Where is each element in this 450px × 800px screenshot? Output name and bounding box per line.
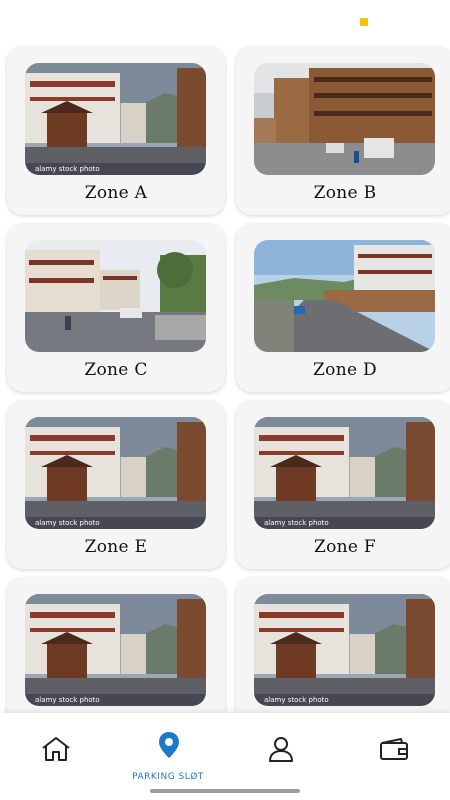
location-pin-icon	[158, 731, 180, 763]
watermark-text: alamy stock photo	[254, 694, 435, 706]
watermark-text: alamy stock photo	[254, 517, 435, 529]
nav-home[interactable]	[0, 713, 112, 800]
zone-label: Zone D	[313, 360, 377, 380]
zone-card-d[interactable]: Zone D	[236, 224, 450, 392]
zone-card-e[interactable]: alamy stock photo Zone E	[7, 401, 225, 569]
zone-card-h[interactable]: alamy stock photo	[236, 578, 450, 713]
zone-grid: alamy stock photo Zone A Zone B Zone C Z…	[0, 45, 450, 713]
bottom-nav: PARKING SLØT	[0, 713, 450, 800]
nav-parking-slot[interactable]: PARKING SLØT	[112, 713, 224, 800]
zone-card-g[interactable]: alamy stock photo	[7, 578, 225, 713]
home-indicator[interactable]	[150, 789, 300, 793]
zone-label: Zone A	[84, 183, 148, 203]
zone-photo	[254, 240, 435, 352]
zone-photo	[25, 240, 206, 352]
zone-photo: alamy stock photo	[25, 63, 206, 175]
home-icon	[40, 735, 72, 767]
watermark-text: alamy stock photo	[25, 517, 206, 529]
zone-label: Zone C	[84, 360, 148, 380]
zone-card-b[interactable]: Zone B	[236, 47, 450, 215]
nav-wallet[interactable]	[337, 713, 449, 800]
zone-photo: alamy stock photo	[25, 417, 206, 529]
zone-card-a[interactable]: alamy stock photo Zone A	[7, 47, 225, 215]
wallet-icon	[379, 737, 409, 765]
zone-photo: alamy stock photo	[254, 594, 435, 706]
zone-card-c[interactable]: Zone C	[7, 224, 225, 392]
nav-profile[interactable]	[225, 713, 337, 800]
zone-label: Zone F	[313, 537, 377, 557]
zone-photo	[254, 63, 435, 175]
status-indicator	[360, 18, 368, 26]
watermark-text: alamy stock photo	[25, 163, 206, 175]
zone-label: Zone E	[84, 537, 148, 557]
zone-label: Zone B	[313, 183, 377, 203]
zone-card-f[interactable]: alamy stock photo Zone F	[236, 401, 450, 569]
profile-icon	[267, 735, 295, 767]
zone-photo: alamy stock photo	[25, 594, 206, 706]
nav-parking-slot-label: PARKING SLØT	[132, 772, 204, 782]
zone-photo: alamy stock photo	[254, 417, 435, 529]
watermark-text: alamy stock photo	[25, 694, 206, 706]
